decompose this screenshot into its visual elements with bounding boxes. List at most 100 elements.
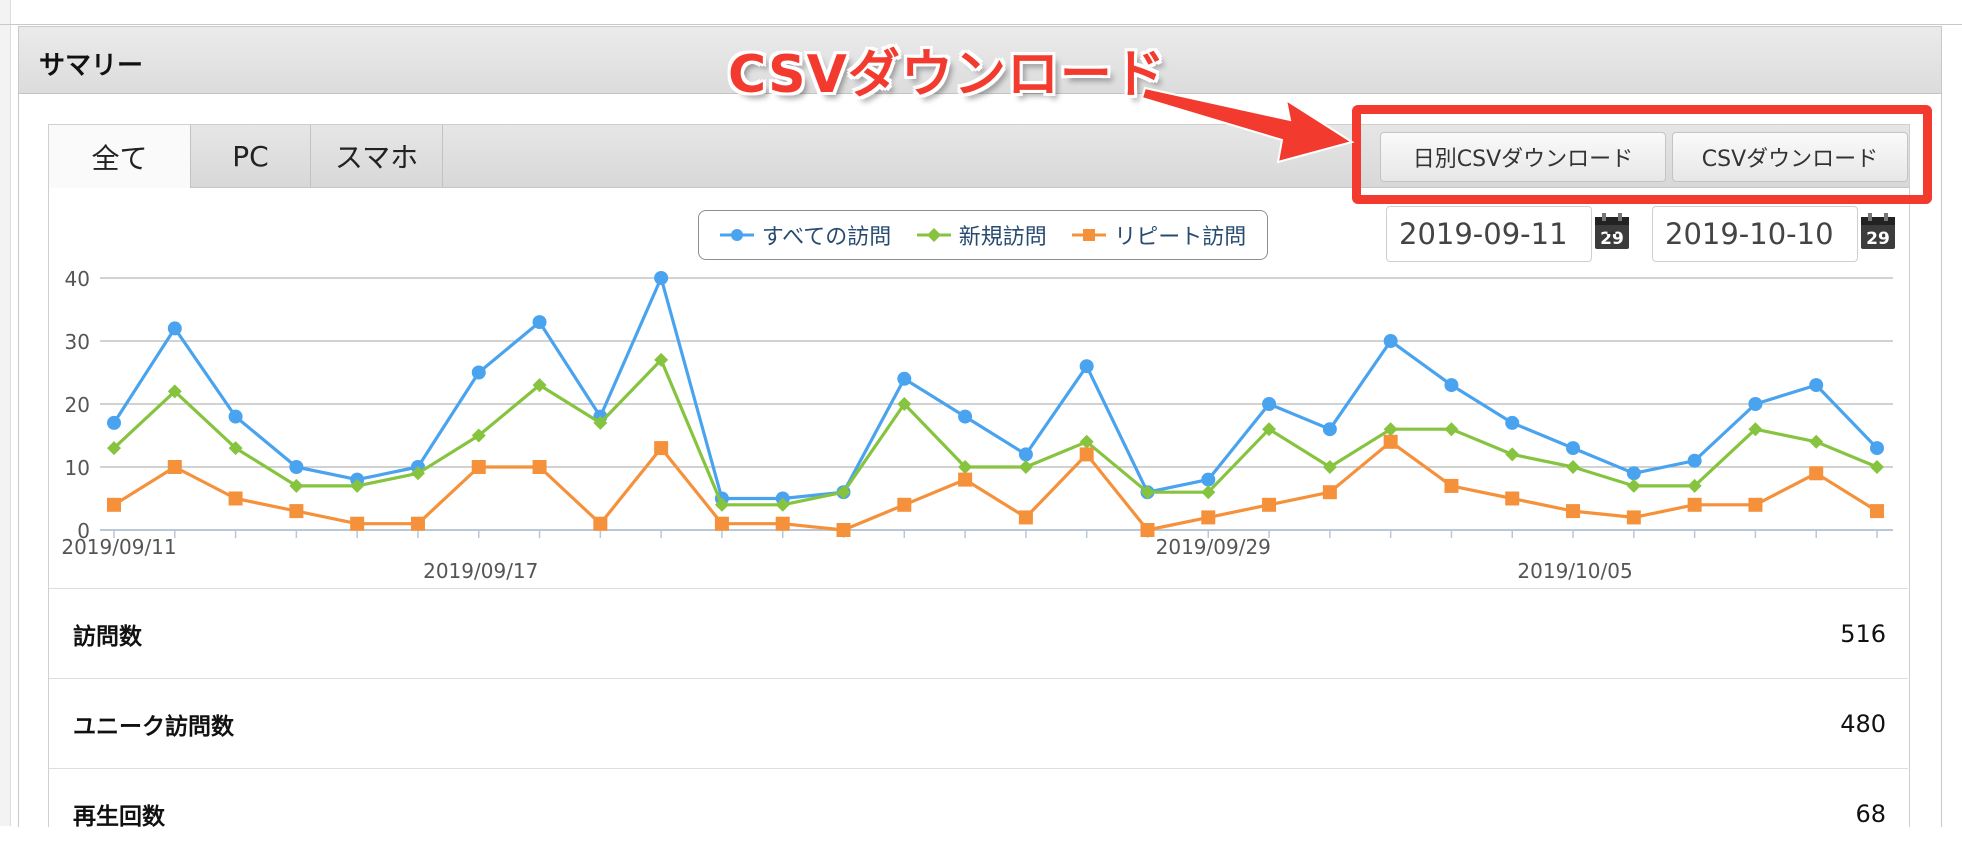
data-point (1870, 460, 1884, 474)
data-point (1444, 422, 1459, 437)
legend-label: リピート訪問 (1114, 225, 1247, 250)
data-point (897, 371, 912, 386)
data-point (1018, 510, 1033, 525)
chart-legend: すべての訪問 新規訪問 リピート訪問 (698, 210, 1268, 260)
stat-label: 訪問数 (73, 623, 142, 650)
data-point (289, 460, 304, 474)
data-point (1505, 415, 1520, 430)
data-point (593, 516, 608, 531)
data-point (289, 504, 304, 519)
data-point (1566, 460, 1581, 474)
stat-row-visits: 訪問数 516 (49, 588, 1908, 678)
data-point (654, 271, 669, 285)
tab-pc[interactable]: PC (191, 125, 311, 187)
annotation-highlight-box (1352, 105, 1932, 204)
tab-smartphone[interactable]: スマホ (311, 125, 443, 187)
data-point (1018, 447, 1033, 462)
tab-all[interactable]: 全て (49, 125, 191, 188)
panel-title: サマリー (39, 51, 144, 81)
data-point (897, 497, 912, 512)
data-point (1626, 510, 1641, 525)
data-point (1079, 447, 1094, 462)
stat-row-unique-visits: ユニーク訪問数 480 (49, 678, 1908, 768)
diamond-marker-icon (916, 228, 951, 242)
circle-marker-icon (719, 229, 754, 241)
calendar-icon-number: 29 (1866, 229, 1890, 249)
data-point (410, 516, 425, 531)
data-point (107, 415, 121, 430)
data-point (836, 523, 851, 537)
x-tick-label: 2019/09/11 (61, 535, 176, 559)
data-point (471, 460, 486, 474)
legend-label: すべての訪問 (761, 225, 892, 250)
data-point (1687, 497, 1702, 512)
legend-item-new-visits[interactable]: 新規訪問 (916, 219, 1047, 251)
data-point (1809, 378, 1824, 393)
x-tick-label: 2019/09/17 (423, 559, 538, 583)
data-point (775, 516, 790, 531)
data-point (1505, 491, 1520, 506)
stat-row-plays: 再生回数 68 (49, 768, 1908, 858)
data-point (1870, 441, 1884, 456)
y-tick-label: 40 (65, 267, 90, 291)
legend-item-all-visits[interactable]: すべての訪問 (719, 219, 892, 251)
data-point (1444, 478, 1459, 493)
data-point (1566, 504, 1581, 519)
data-point (1322, 485, 1337, 500)
start-date-input[interactable]: 2019-09-11 (1386, 206, 1592, 262)
square-marker-icon (1072, 229, 1107, 241)
data-point (228, 409, 243, 424)
data-point (1444, 378, 1459, 393)
data-point (654, 441, 669, 456)
stat-value: 516 (1840, 619, 1886, 648)
calendar-icon[interactable]: 29 (1860, 212, 1896, 250)
data-point (1748, 397, 1763, 411)
data-point (1566, 441, 1581, 456)
data-point (350, 516, 365, 531)
series-line (112, 358, 1878, 507)
annotation-label: CSVダウンロード (728, 45, 1166, 105)
data-point (107, 497, 121, 512)
stat-label: ユニーク訪問数 (73, 713, 234, 740)
data-point (1870, 504, 1884, 519)
data-point (958, 409, 973, 424)
data-point (958, 472, 973, 487)
top-divider (0, 24, 1962, 25)
date-range-separator: - (1606, 214, 1617, 249)
data-point (1809, 434, 1824, 449)
data-point (532, 460, 547, 474)
data-point (1687, 453, 1702, 468)
legend-item-repeat-visits[interactable]: リピート訪問 (1072, 219, 1246, 251)
data-point (1262, 397, 1277, 411)
data-point (1201, 510, 1216, 525)
data-point (167, 460, 182, 474)
data-point (1322, 422, 1337, 437)
data-point (1809, 466, 1824, 481)
annotation-arrow-icon (1140, 86, 1355, 164)
data-point (1079, 359, 1094, 374)
x-tick-label: 2019/10/05 (1517, 559, 1632, 583)
legend-label: 新規訪問 (958, 225, 1047, 250)
data-point (471, 365, 486, 380)
stat-value: 68 (1855, 799, 1886, 828)
y-tick-label: 20 (65, 393, 90, 417)
data-point (714, 516, 729, 531)
stat-value: 480 (1840, 709, 1886, 738)
data-point (1383, 434, 1398, 449)
data-point (1201, 472, 1216, 487)
data-point (1262, 497, 1277, 512)
data-point (1748, 497, 1763, 512)
data-point (1626, 466, 1641, 481)
page-left-edge (0, 0, 11, 826)
series-line (113, 440, 1878, 532)
data-point (1626, 478, 1641, 493)
data-point (1018, 460, 1033, 474)
data-point (228, 491, 243, 506)
data-point (532, 315, 547, 330)
y-tick-label: 30 (65, 330, 90, 354)
y-tick-label: 10 (65, 456, 90, 480)
data-point (167, 321, 182, 336)
data-point (1505, 447, 1520, 462)
end-date-input[interactable]: 2019-10-10 (1652, 206, 1858, 262)
x-tick-label: 2019/09/29 (1156, 535, 1271, 559)
